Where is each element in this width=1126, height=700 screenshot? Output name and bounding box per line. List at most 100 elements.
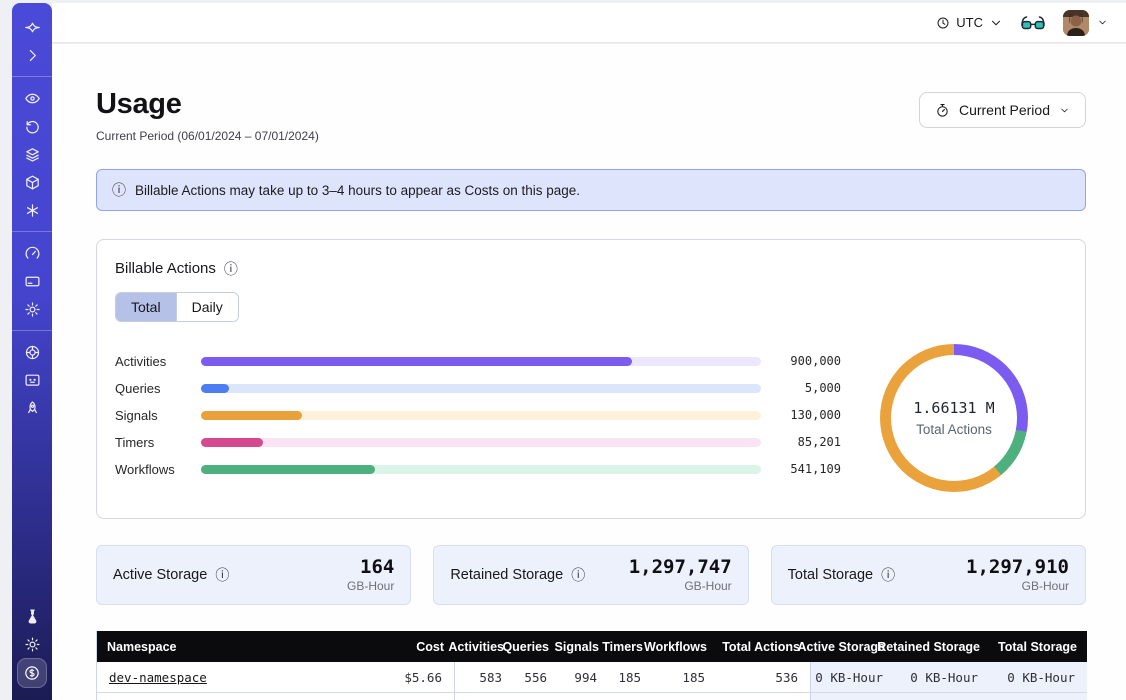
top-header: UTC xyxy=(52,3,1126,43)
tab-daily[interactable]: Daily xyxy=(176,293,238,321)
queries-cell: 556 xyxy=(514,662,559,693)
column-header: Namespace xyxy=(97,631,347,662)
cost-cell: 29.32 xyxy=(347,693,454,700)
total-storage-card: Total Storageⓘ 1,297,910 GB-Hour xyxy=(771,545,1086,605)
bar-label: Timers xyxy=(115,435,187,450)
storage-summary-row: Active Storage ⓘ 164 GB-Hour Retained Sto… xyxy=(96,545,1086,605)
info-icon[interactable]: ⓘ xyxy=(881,568,895,582)
info-icon[interactable]: ⓘ xyxy=(571,568,585,582)
billable-actions-bar-chart: Activities 900,000 Queries 5,000 Signals… xyxy=(115,348,841,489)
rocket-icon[interactable] xyxy=(18,396,46,420)
column-header: Queries xyxy=(514,631,559,662)
temporal-logo-icon[interactable] xyxy=(18,15,46,39)
column-header: Total Actions xyxy=(717,631,810,662)
collapse-chevron-icon[interactable] xyxy=(18,43,46,67)
info-icon[interactable]: ⓘ xyxy=(224,262,238,276)
bar-track xyxy=(201,411,761,420)
account-menu[interactable] xyxy=(1063,10,1108,36)
sidebar-divider xyxy=(12,231,52,232)
sun-icon[interactable] xyxy=(18,632,46,656)
layers-icon[interactable] xyxy=(18,142,46,166)
user-avatar[interactable] xyxy=(1063,10,1089,36)
info-icon: ⓘ xyxy=(112,183,126,197)
chevron-down-icon xyxy=(1059,105,1070,116)
activities-cell: 583 xyxy=(454,662,514,693)
storage-card-unit: GB-Hour xyxy=(629,579,732,593)
column-header: Workflows xyxy=(653,631,717,662)
usage-billing-button[interactable] xyxy=(17,658,47,688)
namespace-usage-table: Namespace Cost Activities Queries Signal… xyxy=(96,631,1086,700)
terminal-screen-icon[interactable] xyxy=(18,368,46,392)
column-header: Total Storage xyxy=(990,631,1087,662)
column-header: Retained Storage xyxy=(895,631,990,662)
main-content: Usage Current Period (06/01/2024 – 07/01… xyxy=(52,44,1126,700)
namespace-link[interactable]: dev-namespace xyxy=(109,670,207,685)
bar-row-timers: Timers 85,201 xyxy=(115,435,841,444)
storage-card-label: Retained Storage xyxy=(450,567,563,583)
bar-fill xyxy=(201,438,263,447)
asterisk-icon[interactable] xyxy=(18,198,46,222)
period-selector-button[interactable]: Current Period xyxy=(919,92,1086,128)
bar-row-signals: Signals 130,000 xyxy=(115,408,841,417)
storage-card-label: Active Storage xyxy=(113,567,207,583)
history-icon[interactable] xyxy=(18,114,46,138)
bar-row-activities: Activities 900,000 xyxy=(115,354,841,363)
gauge-icon[interactable] xyxy=(18,241,46,265)
period-button-label: Current Period xyxy=(959,102,1050,118)
gear-icon[interactable] xyxy=(18,297,46,321)
info-banner: ⓘ Billable Actions may take up to 3–4 ho… xyxy=(96,169,1086,211)
sidebar xyxy=(12,3,52,700)
chevron-down-icon xyxy=(989,16,1003,30)
sidebar-divider xyxy=(12,76,52,77)
view-toggle: Total Daily xyxy=(115,292,239,322)
bar-value: 85,201 xyxy=(775,435,841,449)
storage-card-value: 1,297,910 xyxy=(966,557,1069,578)
namespace-cell: dev-namespace xyxy=(97,662,347,693)
billable-actions-card: Billable Actions ⓘ Total Daily Activitie… xyxy=(96,239,1086,519)
retained-storage-cell: 0 KB-Hour xyxy=(895,662,990,693)
storage-card-value: 164 xyxy=(347,557,394,578)
info-icon[interactable]: ⓘ xyxy=(215,568,229,582)
card-title: Billable Actions xyxy=(115,260,216,277)
lifebuoy-icon[interactable] xyxy=(18,340,46,364)
bar-track xyxy=(201,384,761,393)
bar-fill xyxy=(201,411,302,420)
bar-label: Signals xyxy=(115,408,187,423)
bar-value: 5,000 xyxy=(775,381,841,395)
chevron-down-icon xyxy=(1097,17,1108,28)
feedback-glasses-icon[interactable] xyxy=(1021,15,1045,31)
clock-icon xyxy=(936,16,950,30)
activities-cell: 423 xyxy=(454,693,514,700)
flask-icon[interactable] xyxy=(18,604,46,628)
bar-label: Queries xyxy=(115,381,187,396)
bar-fill xyxy=(201,357,632,366)
namespace-cell: dev-namespace xyxy=(97,693,347,700)
bar-track xyxy=(201,357,761,366)
eye-icon[interactable] xyxy=(18,86,46,110)
page-title: Usage xyxy=(96,88,319,121)
billing-card-icon[interactable] xyxy=(18,269,46,293)
donut-total-label: Total Actions xyxy=(916,422,992,437)
total-storage-cell: 0 KB-Hour xyxy=(990,693,1087,700)
active-storage-cell: 0 KB-Hour xyxy=(810,693,895,700)
cube-icon[interactable] xyxy=(18,170,46,194)
active-storage-cell: 0 KB-Hour xyxy=(810,662,895,693)
signals-cell: 994 xyxy=(559,662,609,693)
workflows-cell: 185 xyxy=(653,662,717,693)
bar-fill xyxy=(201,384,229,393)
timers-cell: 185 xyxy=(609,662,653,693)
bar-fill xyxy=(201,465,375,474)
total-actions-donut: 1.66131 M Total Actions xyxy=(841,344,1067,492)
workflows-cell: 130 xyxy=(653,693,717,700)
bar-value: 541,109 xyxy=(775,462,841,476)
active-storage-card: Active Storageⓘ 164 GB-Hour xyxy=(96,545,411,605)
queries-cell: 561 xyxy=(514,693,559,700)
bar-label: Activities xyxy=(115,354,187,369)
tab-total[interactable]: Total xyxy=(116,293,176,321)
storage-card-value: 1,297,747 xyxy=(629,557,732,578)
retained-storage-cell: 0 KB-Hour xyxy=(895,693,990,700)
timezone-selector[interactable]: UTC xyxy=(936,15,1003,30)
cost-cell: $5.66 xyxy=(347,662,454,693)
signals-cell: 826 xyxy=(559,693,609,700)
donut-total-value: 1.66131 M xyxy=(913,399,994,417)
